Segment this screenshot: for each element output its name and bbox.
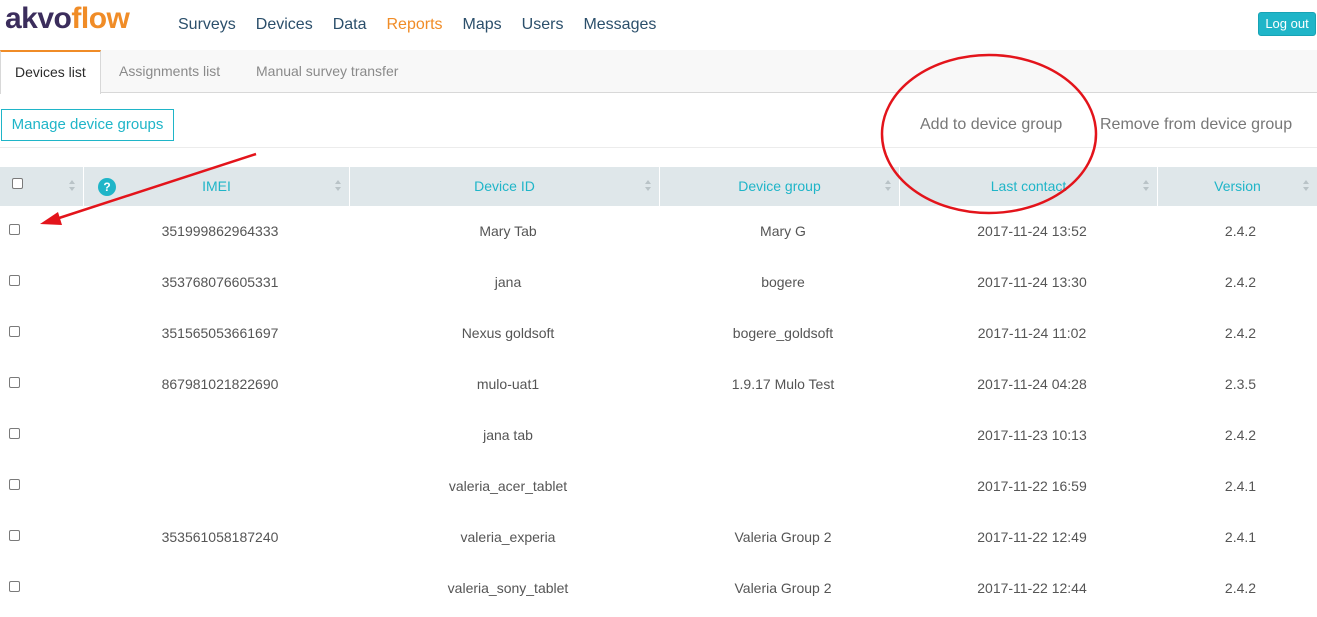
row-checkbox[interactable]: [9, 377, 20, 388]
cell-version: 2.3.5: [1224, 376, 1257, 392]
select-all-checkbox[interactable]: [12, 178, 23, 189]
cell-device-id: valeria_experia: [460, 529, 556, 545]
table-row[interactable]: 867981021822690 mulo-uat1 1.9.17 Mulo Test…: [0, 359, 1317, 410]
column-device-id-label: Device ID: [474, 178, 535, 194]
row-checkbox[interactable]: [9, 224, 20, 235]
sort-icon[interactable]: [885, 180, 891, 193]
select-all-column: [0, 167, 84, 206]
cell-imei: 353561058187240: [161, 529, 279, 545]
nav-maps[interactable]: Maps: [463, 16, 502, 34]
tab-devices-list[interactable]: Devices list: [0, 50, 101, 94]
cell-device-group: Valeria Group 2: [734, 529, 832, 545]
cell-imei: [84, 410, 356, 461]
cell-last-contact: 2017-11-24 13:30: [977, 274, 1087, 290]
row-checkbox[interactable]: [9, 479, 20, 490]
toolbar-divider: [0, 147, 1317, 148]
main-nav: Surveys Devices Data Reports Maps Users …: [178, 16, 676, 34]
table-row[interactable]: jana tab 2017-11-23 10:13 2.4.2: [0, 410, 1317, 461]
add-to-device-group-button[interactable]: Add to device group: [920, 116, 1062, 134]
column-version-label: Version: [1214, 178, 1261, 194]
column-imei[interactable]: ? IMEI: [84, 167, 350, 206]
column-last-contact-label: Last contact: [990, 178, 1067, 194]
column-version[interactable]: Version: [1158, 167, 1317, 206]
cell-version: 2.4.1: [1224, 529, 1257, 545]
top-bar: akvoflow Surveys Devices Data Reports Ma…: [0, 0, 1317, 50]
nav-messages[interactable]: Messages: [583, 16, 656, 34]
cell-imei: 351565053661697: [161, 325, 279, 341]
help-icon[interactable]: ?: [98, 178, 116, 196]
sort-icon[interactable]: [335, 180, 341, 193]
cell-last-contact: 2017-11-24 04:28: [977, 376, 1087, 392]
akvoflow-logo[interactable]: akvoflow: [5, 2, 130, 36]
column-device-group-label: Device group: [738, 178, 821, 194]
manage-device-groups-button[interactable]: Manage device groups: [1, 109, 174, 141]
sort-icon[interactable]: [1303, 180, 1309, 193]
row-checkbox[interactable]: [9, 326, 20, 337]
column-device-group[interactable]: Device group: [660, 167, 900, 206]
cell-last-contact: 2017-11-22 12:44: [977, 580, 1087, 596]
column-last-contact[interactable]: Last contact: [900, 167, 1158, 206]
cell-device-id: jana tab: [483, 427, 533, 443]
cell-device-group: 1.9.17 Mulo Test: [731, 376, 835, 392]
cell-device-group: bogere: [761, 274, 805, 290]
cell-last-contact: 2017-11-22 16:59: [977, 478, 1087, 494]
logo-akvo: akvo: [5, 2, 72, 35]
cell-imei: 351999862964333: [161, 223, 279, 239]
cell-version: 2.4.1: [1224, 478, 1257, 494]
remove-from-device-group-button[interactable]: Remove from device group: [1100, 116, 1292, 134]
cell-last-contact: 2017-11-23 10:13: [977, 427, 1087, 443]
cell-last-contact: 2017-11-24 11:02: [977, 325, 1087, 341]
nav-devices[interactable]: Devices: [256, 16, 313, 34]
cell-device-group: Mary G: [760, 223, 806, 239]
cell-version: 2.4.2: [1224, 580, 1257, 596]
cell-device-id: jana: [494, 274, 522, 290]
cell-last-contact: 2017-11-24 13:52: [977, 223, 1087, 239]
nav-users[interactable]: Users: [522, 16, 564, 34]
cell-version: 2.4.2: [1224, 325, 1257, 341]
cell-version: 2.4.2: [1224, 274, 1257, 290]
table-header: ? IMEI Device ID Device group Last conta…: [0, 167, 1317, 206]
column-imei-label: IMEI: [202, 178, 231, 194]
cell-device-id: valeria_sony_tablet: [447, 580, 569, 596]
table-row[interactable]: 353768076605331 jana bogere 2017-11-24 13:3…: [0, 257, 1317, 308]
logout-button[interactable]: Log out: [1258, 12, 1316, 36]
sort-icon[interactable]: [645, 180, 651, 193]
cell-device-group: [660, 461, 906, 512]
column-device-id[interactable]: Device ID: [350, 167, 660, 206]
table-row[interactable]: 353561058187240 valeria_experia Valeria Gr…: [0, 512, 1317, 563]
row-checkbox[interactable]: [9, 581, 20, 592]
cell-imei: [84, 563, 356, 614]
nav-surveys[interactable]: Surveys: [178, 16, 236, 34]
cell-last-contact: 2017-11-22 12:49: [977, 529, 1087, 545]
cell-device-group: Valeria Group 2: [734, 580, 832, 596]
table-row[interactable]: valeria_acer_tablet 2017-11-22 16:59 2.4.1: [0, 461, 1317, 512]
cell-imei: [84, 461, 356, 512]
tab-assignments-list[interactable]: Assignments list: [119, 50, 220, 93]
cell-imei: 353768076605331: [161, 274, 279, 290]
cell-device-group: [660, 410, 906, 461]
nav-reports[interactable]: Reports: [387, 16, 443, 34]
cell-device-id: mulo-uat1: [476, 376, 540, 392]
sort-icon[interactable]: [69, 180, 75, 193]
table-row[interactable]: 351999862964333 Mary Tab Mary G 2017-11-24 …: [0, 206, 1317, 257]
cell-device-group: bogere_goldsoft: [732, 325, 834, 341]
cell-device-id: Nexus goldsoft: [461, 325, 555, 341]
sort-icon[interactable]: [1143, 180, 1149, 193]
table-row[interactable]: 351565053661697 Nexus goldsoft bogere_gold…: [0, 308, 1317, 359]
table-row[interactable]: valeria_sony_tablet Valeria Group 2 2017-1…: [0, 563, 1317, 614]
tab-manual-survey-transfer[interactable]: Manual survey transfer: [256, 50, 398, 93]
row-checkbox[interactable]: [9, 428, 20, 439]
sub-tabs: Devices list Assignments list Manual sur…: [0, 50, 1317, 94]
row-checkbox[interactable]: [9, 275, 20, 286]
nav-data[interactable]: Data: [333, 16, 367, 34]
cell-version: 2.4.2: [1224, 427, 1257, 443]
cell-device-id: Mary Tab: [479, 223, 537, 239]
cell-imei: 867981021822690: [161, 376, 279, 392]
cell-version: 2.4.2: [1224, 223, 1257, 239]
cell-device-id: valeria_acer_tablet: [448, 478, 568, 494]
row-checkbox[interactable]: [9, 530, 20, 541]
logo-flow: flow: [71, 2, 130, 35]
